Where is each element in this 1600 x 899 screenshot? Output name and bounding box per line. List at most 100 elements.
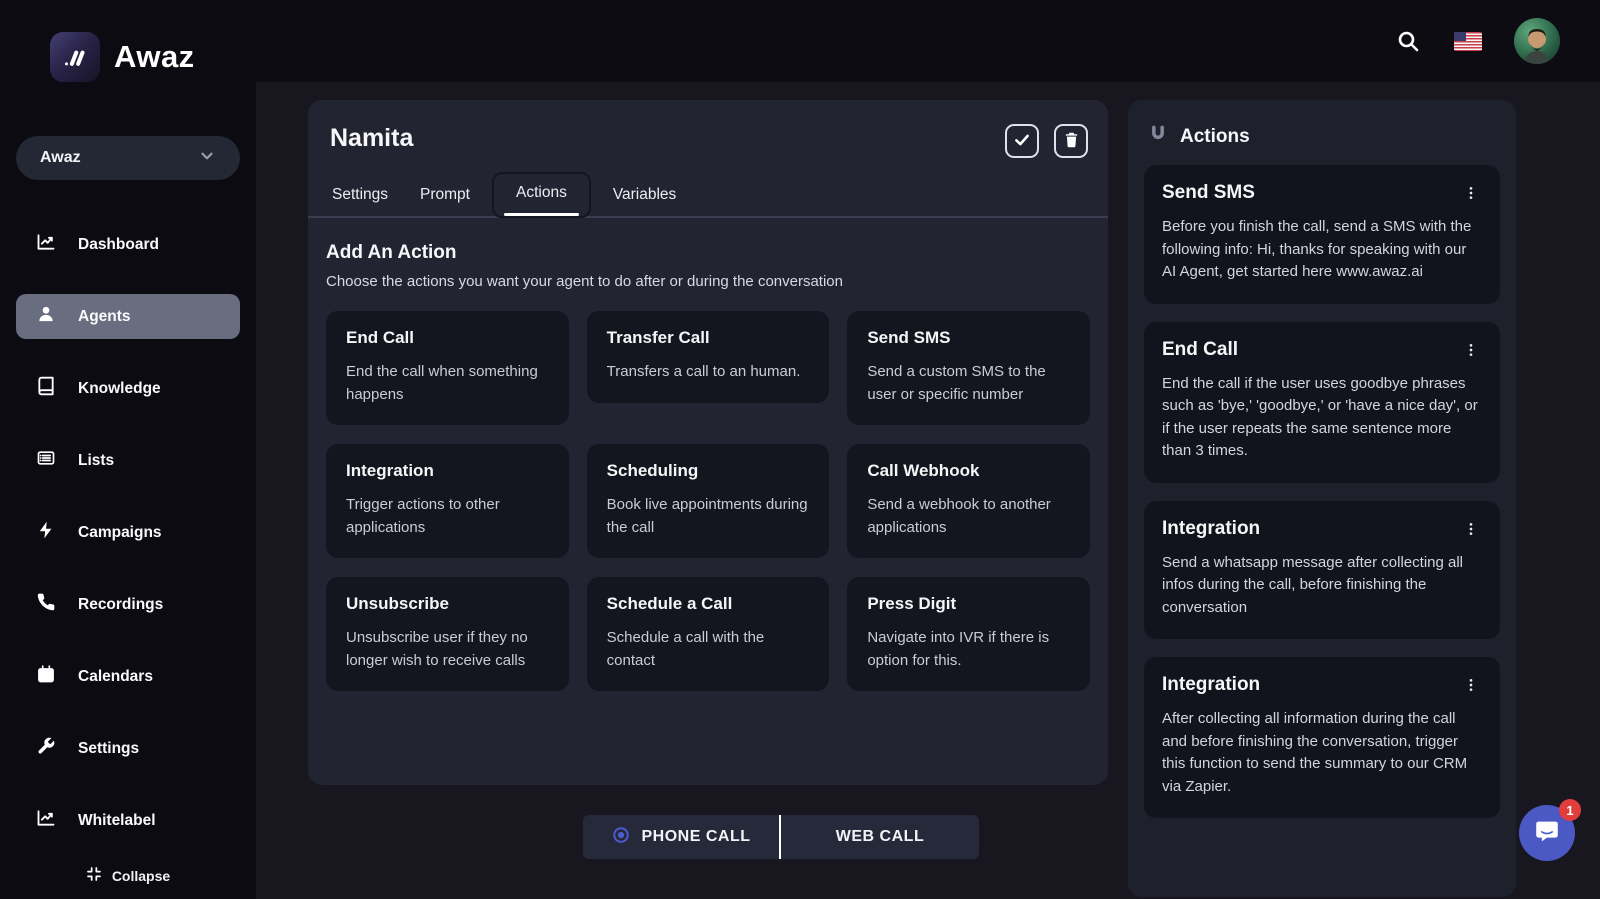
web-call-option[interactable]: WEB CALL [781,815,979,859]
phone-call-label: PHONE CALL [642,828,751,846]
sidebar-collapse-button[interactable]: Collapse [0,866,256,885]
collapse-icon [86,866,102,885]
chat-launcher-button[interactable]: 1 [1519,805,1575,861]
tile-title: Transfer Call [607,328,810,348]
tab-variables[interactable]: Variables [603,176,686,218]
action-tile-unsubscribe[interactable]: Unsubscribe Unsubscribe user if they no … [326,577,569,691]
sidebar-item-label: Campaigns [78,524,162,542]
web-call-label: WEB CALL [836,828,924,846]
sidebar-item-label: Settings [78,740,139,758]
sidebar-item-campaigns[interactable]: Campaigns [16,510,240,555]
main-content: Namita Settings Prompt [256,82,1600,899]
chart-icon [36,232,56,257]
action-tile-integration[interactable]: Integration Trigger actions to other app… [326,444,569,558]
chat-bubble-icon [1532,816,1562,851]
tile-desc: Schedule a call with the contact [607,627,810,672]
section-subtitle: Choose the actions you want your agent t… [326,273,1090,290]
topbar [256,0,1600,82]
check-icon [1013,131,1031,152]
bolt-icon [36,520,56,545]
collapse-label: Collapse [112,868,170,884]
agent-header-actions [1005,124,1088,158]
tile-title: Unsubscribe [346,594,549,614]
tile-title: Press Digit [867,594,1070,614]
delete-agent-button[interactable] [1054,124,1088,158]
sidebar-item-label: Agents [78,308,131,326]
tile-desc: Trigger actions to other applications [346,494,549,539]
sidebar-item-knowledge[interactable]: Knowledge [16,366,240,411]
kebab-menu-icon[interactable] [1460,182,1482,204]
action-card-send-sms[interactable]: Send SMS Before you finish the call, sen… [1144,165,1500,304]
sidebar-nav: Dashboard Agents Knowledge Lists [16,222,240,843]
app-root: Awaz Awaz Dashboard Agents [0,0,1600,899]
brand-logo: Awaz [50,32,256,82]
agent-card: Namita Settings Prompt [308,100,1108,785]
tab-actions[interactable]: Actions [492,172,591,218]
chart-icon [36,808,56,833]
wrench-icon [36,736,56,761]
action-card-integration-1[interactable]: Integration Send a whatsapp message afte… [1144,501,1500,640]
workspace-dropdown[interactable]: Awaz [16,136,240,180]
sidebar-item-dashboard[interactable]: Dashboard [16,222,240,267]
kebab-menu-icon[interactable] [1460,674,1482,696]
us-flag-icon[interactable] [1454,32,1482,51]
user-icon [36,304,56,329]
sidebar-item-label: Calendars [78,668,153,686]
action-card-title: End Call [1162,339,1238,361]
sidebar-item-settings[interactable]: Settings [16,726,240,771]
search-icon[interactable] [1394,27,1422,55]
action-card-title: Integration [1162,518,1260,540]
kebab-menu-icon[interactable] [1460,339,1482,361]
sidebar-item-label: Whitelabel [78,812,156,830]
tile-title: Integration [346,461,549,481]
list-icon [36,448,56,473]
avatar[interactable] [1514,18,1560,64]
tile-desc: Book live appointments during the call [607,494,810,539]
workspace-name: Awaz [40,149,81,167]
tab-prompt[interactable]: Prompt [410,176,480,218]
trash-icon [1063,131,1080,151]
action-tile-end-call[interactable]: End Call End the call when something hap… [326,311,569,425]
sidebar-item-lists[interactable]: Lists [16,438,240,483]
actions-panel-title: Actions [1180,126,1250,148]
sidebar-item-label: Recordings [78,596,163,614]
sidebar-item-recordings[interactable]: Recordings [16,582,240,627]
action-tile-scheduling[interactable]: Scheduling Book live appointments during… [587,444,830,558]
sidebar-item-calendars[interactable]: Calendars [16,654,240,699]
sidebar-item-whitelabel[interactable]: Whitelabel [16,798,240,843]
sidebar-item-label: Lists [78,452,114,470]
sidebar-item-label: Dashboard [78,236,159,254]
kebab-menu-icon[interactable] [1460,518,1482,540]
sidebar: Awaz Awaz Dashboard Agents [0,0,256,899]
tile-desc: Transfers a call to an human. [607,361,810,384]
action-tile-call-webhook[interactable]: Call Webhook Send a webhook to another a… [847,444,1090,558]
action-tile-grid: End Call End the call when something hap… [326,311,1090,691]
action-tile-schedule-a-call[interactable]: Schedule a Call Schedule a call with the… [587,577,830,691]
phone-icon [36,592,56,617]
action-card-integration-2[interactable]: Integration After collecting all informa… [1144,657,1500,818]
chevron-down-icon [198,147,216,170]
action-tile-transfer-call[interactable]: Transfer Call Transfers a call to an hum… [587,311,830,403]
action-card-description: Send a whatsapp message after collecting… [1162,552,1482,620]
tile-desc: Send a custom SMS to the user or specifi… [867,361,1070,406]
action-card-end-call[interactable]: End Call End the call if the user uses g… [1144,322,1500,483]
tile-title: End Call [346,328,549,348]
awaz-logo-icon [50,32,100,82]
tab-settings[interactable]: Settings [322,176,398,218]
phone-call-option[interactable]: PHONE CALL [583,815,781,859]
chat-notification-badge: 1 [1559,799,1581,821]
tile-title: Schedule a Call [607,594,810,614]
agent-tabs: Settings Prompt Actions Variables [308,172,1108,218]
action-card-title: Send SMS [1162,182,1255,204]
action-tile-send-sms[interactable]: Send SMS Send a custom SMS to the user o… [847,311,1090,425]
action-tile-press-digit[interactable]: Press Digit Navigate into IVR if there i… [847,577,1090,691]
save-agent-button[interactable] [1005,124,1039,158]
section-title: Add An Action [326,242,1090,264]
call-type-toggle: PHONE CALL WEB CALL [583,815,979,859]
brand-name: Awaz [114,39,195,75]
tile-desc: Send a webhook to another applications [867,494,1070,539]
sidebar-item-label: Knowledge [78,380,161,398]
sidebar-item-agents[interactable]: Agents [16,294,240,339]
calendar-icon [36,664,56,689]
action-card-description: End the call if the user uses goodbye ph… [1162,373,1482,463]
